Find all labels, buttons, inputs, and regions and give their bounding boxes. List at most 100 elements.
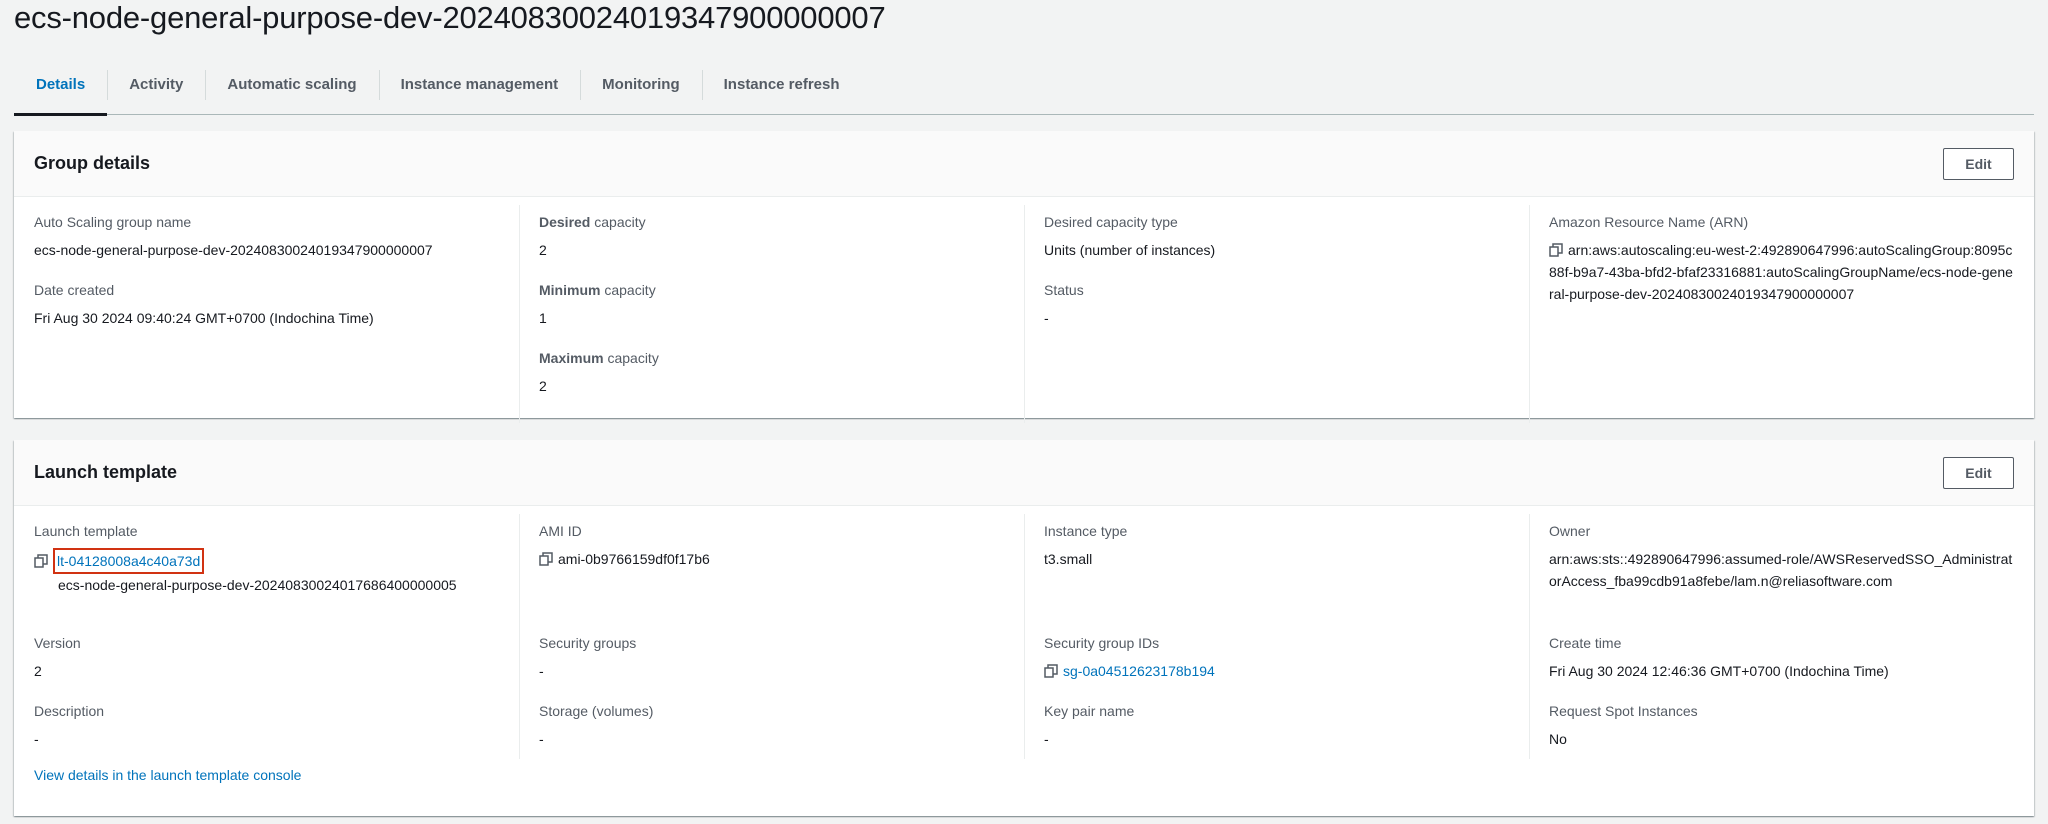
field-label: Storage (volumes) <box>539 703 654 719</box>
field-value: sg-0a04512623178b194 <box>1044 660 1509 682</box>
column: Auto Scaling group name ecs-node-general… <box>14 197 519 431</box>
field-value: Fri Aug 30 2024 09:40:24 GMT+0700 (Indoc… <box>34 310 374 326</box>
field-label: Launch template <box>34 523 138 539</box>
tab-details[interactable]: Details <box>14 65 108 116</box>
arn-value: arn:aws:autoscaling:eu-west-2:4928906479… <box>1549 242 2013 302</box>
tab-monitoring[interactable]: Monitoring <box>580 65 701 114</box>
field-label: Desired capacity <box>539 213 1004 231</box>
edit-launch-template-button[interactable]: Edit <box>1943 456 2014 489</box>
field-value: Fri Aug 30 2024 12:46:36 GMT+0700 (Indoc… <box>1549 663 1889 679</box>
maximum-capacity-field: Maximum capacity 2 <box>539 349 1004 400</box>
field-value: - <box>539 731 544 747</box>
group-details-panel: Group details Edit Auto Scaling group na… <box>14 131 2034 423</box>
panel-header: Launch template Edit <box>14 440 2034 506</box>
copy-icon[interactable] <box>1549 241 1563 257</box>
launch-template-field: Launch template lt-04128008a4c40a73d ecs… <box>34 522 499 617</box>
launch-template-name: ecs-node-general-purpose-dev-20240830024… <box>58 577 457 593</box>
tab-activity[interactable]: Activity <box>107 65 205 114</box>
description-field: Description - <box>34 702 499 753</box>
column: Amazon Resource Name (ARN) arn:aws:autos… <box>1529 197 2034 431</box>
create-time-field: Create time Fri Aug 30 2024 12:46:36 GMT… <box>1549 634 2014 685</box>
field-label: Maximum capacity <box>539 349 1004 367</box>
field-label: Desired capacity type <box>1044 214 1178 230</box>
desired-capacity-field: Desired capacity 2 <box>539 213 1004 264</box>
edit-group-details-button[interactable]: Edit <box>1943 147 2014 180</box>
ami-id-field: AMI ID ami-0b9766159df0f17b6 <box>539 522 1004 617</box>
view-launch-template-console-link[interactable]: View details in the launch template cons… <box>34 767 301 783</box>
column: Instance type t3.small Security group ID… <box>1024 506 1529 767</box>
field-label: AMI ID <box>539 523 582 539</box>
panel-header: Group details Edit <box>14 131 2034 197</box>
field-value: t3.small <box>1044 551 1093 567</box>
field-value: - <box>34 731 39 747</box>
page-title: ecs-node-general-purpose-dev-20240830024… <box>14 0 886 35</box>
security-group-id-link[interactable]: sg-0a04512623178b194 <box>1063 663 1215 679</box>
field-label: Security groups <box>539 635 637 651</box>
launch-template-panel: Launch template Edit Launch template lt-… <box>14 440 2034 816</box>
tab-label: Instance management <box>400 76 559 93</box>
field-label: Status <box>1044 282 1084 298</box>
field-value: ami-0b9766159df0f17b6 <box>539 548 1004 570</box>
field-value: - <box>1044 731 1049 747</box>
field-value: Units (number of instances) <box>1044 242 1216 258</box>
field-value: 1 <box>539 310 547 326</box>
field-label: Key pair name <box>1044 703 1135 719</box>
tab-bar: Details Activity Automatic scaling Insta… <box>14 65 2034 116</box>
tab-label: Automatic scaling <box>227 76 357 93</box>
date-created-field: Date created Fri Aug 30 2024 09:40:24 GM… <box>34 281 499 332</box>
tab-label: Instance refresh <box>723 76 840 93</box>
field-label: Date created <box>34 282 115 298</box>
field-label: Request Spot Instances <box>1549 703 1698 719</box>
field-value: - <box>539 663 544 679</box>
version-field: Version 2 <box>34 634 499 685</box>
field-label: Description <box>34 703 105 719</box>
copy-icon[interactable] <box>539 550 553 566</box>
desired-capacity-type-field: Desired capacity type Units (number of i… <box>1044 213 1509 264</box>
column: Launch template lt-04128008a4c40a73d ecs… <box>14 506 519 767</box>
launch-template-id-link[interactable]: lt-04128008a4c40a73d <box>57 553 200 569</box>
copy-icon[interactable] <box>34 552 48 568</box>
owner-field: Owner arn:aws:sts::492890647996:assumed-… <box>1549 522 2014 617</box>
field-value: 2 <box>539 378 547 394</box>
field-value: arn:aws:sts::492890647996:assumed-role/A… <box>1549 551 2013 589</box>
tab-instance-management[interactable]: Instance management <box>378 65 581 114</box>
tab-label: Monitoring <box>602 76 680 93</box>
label-bold: Desired <box>539 214 591 230</box>
tab-label: Activity <box>129 76 184 93</box>
panel-footer: View details in the launch template cons… <box>14 767 2034 801</box>
field-value: 2 <box>539 242 547 258</box>
label-rest: capacity <box>600 282 656 298</box>
asg-name-field: Auto Scaling group name ecs-node-general… <box>34 213 499 264</box>
label-bold: Minimum <box>539 282 601 298</box>
column: AMI ID ami-0b9766159df0f17b6 Security gr… <box>519 506 1024 767</box>
field-value: lt-04128008a4c40a73d <box>34 548 499 574</box>
field-label: Owner <box>1549 523 1591 539</box>
tab-automatic-scaling[interactable]: Automatic scaling <box>205 65 378 114</box>
field-label: Version <box>34 635 81 651</box>
tab-label: Details <box>36 76 86 93</box>
field-label: Amazon Resource Name (ARN) <box>1549 214 1749 230</box>
field-label: Create time <box>1549 635 1622 651</box>
label-rest: capacity <box>603 350 659 366</box>
column: Owner arn:aws:sts::492890647996:assumed-… <box>1529 506 2034 767</box>
field-label: Instance type <box>1044 523 1128 539</box>
security-groups-field: Security groups - <box>539 634 1004 685</box>
field-value: ecs-node-general-purpose-dev-20240830024… <box>34 242 433 258</box>
panel-title: Group details <box>34 153 151 173</box>
tab-instance-refresh[interactable]: Instance refresh <box>701 65 862 114</box>
panel-title: Launch template <box>34 462 178 482</box>
spot-instances-field: Request Spot Instances No <box>1549 702 2014 753</box>
arn-field: Amazon Resource Name (ARN) arn:aws:autos… <box>1549 213 2014 305</box>
status-field: Status - <box>1044 281 1509 332</box>
field-value: No <box>1549 731 1567 747</box>
minimum-capacity-field: Minimum capacity 1 <box>539 281 1004 332</box>
highlight-box: lt-04128008a4c40a73d <box>53 548 205 574</box>
instance-type-field: Instance type t3.small <box>1044 522 1509 617</box>
field-label: Minimum capacity <box>539 281 1004 299</box>
field-label: Auto Scaling group name <box>34 214 192 230</box>
copy-icon[interactable] <box>1044 662 1058 678</box>
key-pair-field: Key pair name - <box>1044 702 1509 753</box>
field-label: Security group IDs <box>1044 635 1160 651</box>
storage-field: Storage (volumes) - <box>539 702 1004 753</box>
field-value: arn:aws:autoscaling:eu-west-2:4928906479… <box>1549 239 2014 305</box>
